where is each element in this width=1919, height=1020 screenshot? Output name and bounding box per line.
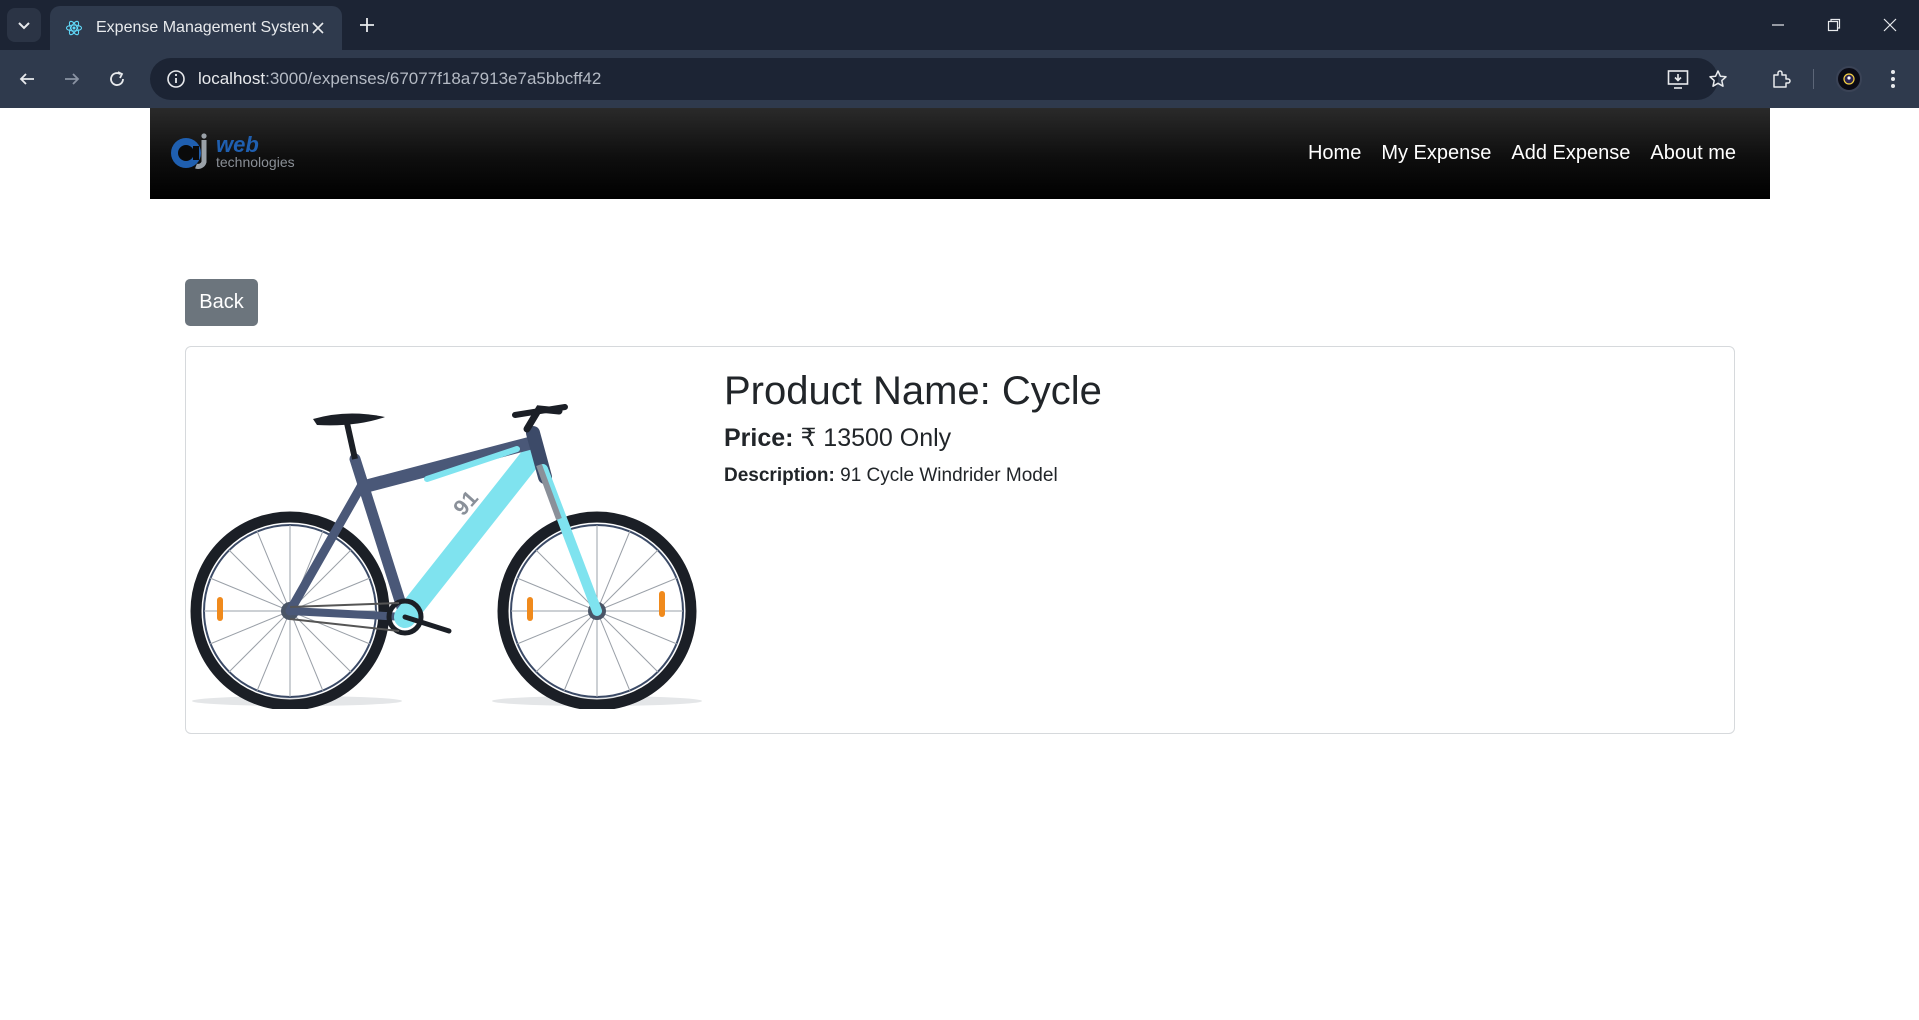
bicycle-product-image: 91 (190, 404, 702, 709)
nav-link-home[interactable]: Home (1308, 142, 1361, 165)
restore-icon (1827, 18, 1841, 32)
price-label: Price: (724, 424, 794, 452)
kebab-menu-icon (1891, 70, 1895, 88)
close-icon (1883, 18, 1897, 32)
site-info-icon[interactable] (154, 58, 198, 100)
url-host: localhost (198, 69, 266, 88)
page-viewport: web technologies Home My Expense Add Exp… (0, 108, 1919, 1020)
product-price: Price: ₹ 13500 Only (724, 423, 1102, 453)
arrow-left-icon (19, 73, 34, 85)
forward-nav-button[interactable] (55, 62, 89, 96)
description-value: 91 Cycle Windrider Model (840, 465, 1058, 486)
profile-avatar[interactable] (1836, 66, 1862, 92)
bookmark-star-icon[interactable] (1698, 58, 1738, 100)
address-bar[interactable]: localhost:3000/expenses/67077f18a7913e7a… (150, 58, 1727, 100)
browser-menu-button[interactable] (1876, 62, 1910, 96)
toolbar-divider (1813, 69, 1814, 89)
close-window-button[interactable] (1862, 0, 1918, 50)
browser-toolbar: localhost:3000/expenses/67077f18a7913e7a… (0, 50, 1919, 108)
new-tab-button[interactable] (352, 10, 382, 40)
back-button[interactable]: Back (185, 279, 258, 326)
back-nav-button[interactable] (10, 62, 44, 96)
nav-link-my-expense[interactable]: My Expense (1381, 142, 1491, 165)
profile-icon (1843, 73, 1855, 85)
plus-icon (360, 18, 374, 32)
tab-title: Expense Management System (96, 19, 308, 36)
react-icon (64, 18, 84, 38)
extensions-button[interactable] (1764, 62, 1798, 96)
url-path: :3000/expenses/67077f18a7913e7a5bbcff42 (265, 69, 602, 88)
url-text[interactable]: localhost:3000/expenses/67077f18a7913e7a… (198, 69, 601, 89)
logo-wordmark: web technologies (216, 132, 316, 174)
browser-tab-active[interactable]: Expense Management System (50, 6, 342, 50)
browser-tab-bar: Expense Management System (0, 0, 1919, 50)
reload-icon (110, 71, 124, 86)
aj-logo-mark (171, 133, 207, 169)
nav-link-add-expense[interactable]: Add Expense (1511, 142, 1630, 165)
install-app-icon[interactable] (1658, 58, 1698, 100)
description-label: Description: (724, 465, 835, 486)
product-title: Product Name: Cycle (724, 369, 1102, 413)
restore-button[interactable] (1806, 0, 1862, 50)
price-value: ₹ 13500 Only (800, 424, 952, 452)
nav-link-about-me[interactable]: About me (1650, 142, 1736, 165)
puzzle-icon (1773, 70, 1791, 88)
product-details: Product Name: Cycle Price: ₹ 13500 Only … (724, 367, 1102, 487)
close-tab-icon[interactable] (308, 18, 328, 38)
reload-button[interactable] (100, 62, 134, 96)
minimize-button[interactable] (1750, 0, 1806, 50)
nav-links: Home My Expense Add Expense About me (1308, 108, 1736, 199)
arrow-right-icon (65, 73, 80, 85)
tab-search-button[interactable] (7, 8, 41, 42)
logo-technologies-text: technologies (216, 154, 295, 170)
product-card: 91 Product Name: Cycle Price: ₹ 13500 On… (185, 346, 1735, 734)
chevron-down-icon (18, 22, 30, 30)
product-description: Description: 91 Cycle Windrider Model (724, 465, 1102, 487)
site-logo[interactable]: web technologies (168, 132, 316, 174)
minimize-icon (1772, 24, 1784, 26)
site-navbar: web technologies Home My Expense Add Exp… (150, 108, 1770, 199)
